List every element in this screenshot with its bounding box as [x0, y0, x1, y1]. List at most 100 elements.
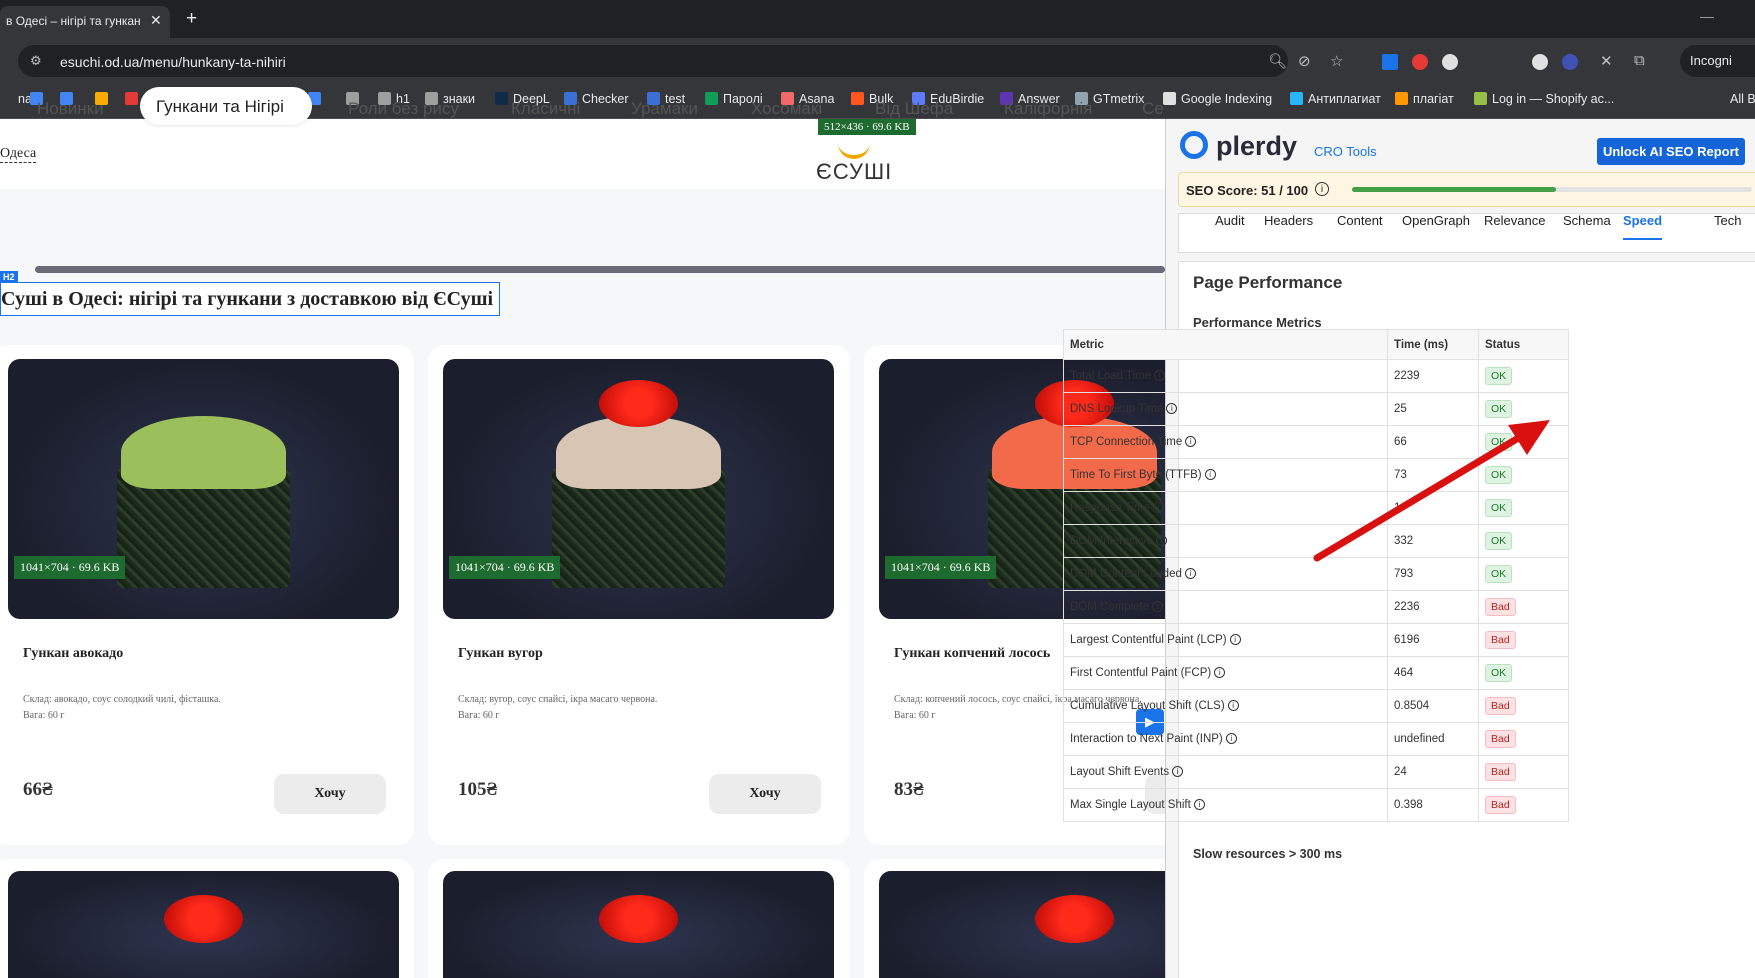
- bookmark-item[interactable]: Антиплагиат: [1290, 92, 1381, 106]
- tracking-protection-icon[interactable]: ⊘: [1298, 52, 1311, 70]
- metric-name-cell: First Contentful Paint (FCP) i: [1063, 656, 1388, 690]
- extension-plerdy-icon[interactable]: [1442, 54, 1458, 70]
- metric-info-icon[interactable]: i: [1154, 370, 1166, 381]
- bookmark-item[interactable]: плагіат: [1395, 92, 1454, 106]
- order-button[interactable]: Хочу: [709, 774, 821, 814]
- metric-name: Cumulative Layout Shift (CLS): [1070, 700, 1225, 712]
- metric-status-cell: OK: [1478, 524, 1569, 558]
- city-selector[interactable]: Одеса: [0, 146, 37, 163]
- product-image[interactable]: [879, 871, 1165, 978]
- bookmark-item[interactable]: All B: [1712, 92, 1755, 106]
- metric-info-icon[interactable]: i: [1172, 766, 1184, 777]
- tab-title: в Одесі – нігірі та гункан: [6, 14, 141, 28]
- category-item[interactable]: Роли без рису: [348, 99, 459, 119]
- category-item[interactable]: Хосомакі: [751, 99, 822, 119]
- extension-x-icon[interactable]: ✕: [1600, 52, 1613, 70]
- tab-opengraph[interactable]: OpenGraph: [1402, 213, 1470, 228]
- unlock-ai-seo-report-button[interactable]: Unlock AI SEO Report: [1597, 138, 1745, 165]
- metric-info-icon[interactable]: i: [1214, 667, 1226, 678]
- tab-tech[interactable]: Tech: [1714, 213, 1741, 228]
- bookmark-label: Google Indexing: [1181, 92, 1273, 106]
- product-image[interactable]: 1041×704 · 69.6 KB: [8, 359, 399, 619]
- table-row: DOM Interactive i 332 OK: [1063, 524, 1569, 558]
- metric-info-icon[interactable]: i: [1193, 799, 1205, 810]
- metric-info-icon[interactable]: i: [1204, 469, 1216, 480]
- bookmark-favicon-icon: [705, 92, 718, 105]
- metric-status-cell: OK: [1478, 491, 1569, 525]
- metric-name: DNS Lookup Time: [1070, 403, 1164, 415]
- extension-checkbox-icon[interactable]: [1382, 54, 1398, 70]
- metric-time-value: 1: [1387, 491, 1479, 525]
- url-text[interactable]: esuchi.od.ua/menu/hunkany-ta-nihiri: [60, 54, 286, 70]
- browser-tab[interactable]: в Одесі – нігірі та гункан: [0, 6, 170, 38]
- metric-time-value: 25: [1387, 392, 1479, 426]
- status-badge: OK: [1485, 565, 1513, 583]
- bookmark-favicon-icon: [1712, 92, 1725, 105]
- metric-info-icon[interactable]: i: [1225, 733, 1237, 744]
- metric-time-value: 66: [1387, 425, 1479, 459]
- table-row: Layout Shift Events i 24 Bad: [1063, 755, 1569, 789]
- site-logo[interactable]: ЄСУШІ: [816, 159, 892, 185]
- minimize-window-icon[interactable]: —: [1700, 8, 1714, 24]
- metric-info-icon[interactable]: i: [1227, 700, 1239, 711]
- cro-tools-link[interactable]: CRO Tools: [1314, 144, 1377, 159]
- metric-name: Max Single Layout Shift: [1070, 799, 1191, 811]
- category-item[interactable]: Від Шефа: [875, 99, 953, 119]
- extension-globe-icon[interactable]: [1562, 54, 1578, 70]
- product-image[interactable]: [443, 871, 834, 978]
- tab-content[interactable]: Content: [1337, 213, 1383, 228]
- category-item[interactable]: Новинки: [37, 99, 104, 119]
- metric-name-cell: Total Load Time i: [1063, 359, 1388, 393]
- plerdy-logo-icon: [1180, 131, 1208, 159]
- tab-relevance[interactable]: Relevance: [1484, 213, 1545, 228]
- tab-close-icon[interactable]: ✕: [150, 12, 162, 29]
- bookmark-item[interactable]: Google Indexing: [1163, 92, 1272, 106]
- bookmark-favicon-icon: [1163, 92, 1176, 105]
- product-image[interactable]: [8, 871, 399, 978]
- category-item[interactable]: Урамаки: [631, 99, 698, 119]
- tab-headers[interactable]: Headers: [1264, 213, 1313, 228]
- tab-schema[interactable]: Schema: [1563, 213, 1611, 228]
- metric-status-cell: OK: [1478, 359, 1569, 393]
- category-nav: [0, 189, 1165, 253]
- incognito-indicator[interactable]: Incogni: [1680, 45, 1755, 77]
- metric-info-icon[interactable]: i: [1229, 634, 1241, 645]
- metric-name: Interaction to Next Paint (INP): [1070, 733, 1223, 745]
- category-item[interactable]: Каліфорнія: [1004, 99, 1092, 119]
- category-item-active[interactable]: Гункани та Нігірі: [140, 87, 312, 125]
- metric-name: Total Load Time: [1070, 370, 1152, 382]
- category-scrollbar[interactable]: [35, 266, 1165, 273]
- table-row: Max Single Layout Shift i 0.398 Bad: [1063, 788, 1569, 822]
- bookmark-item[interactable]: Log in — Shopify ac...: [1474, 92, 1614, 106]
- extensions-puzzle-icon[interactable]: ⧉: [1634, 52, 1645, 69]
- sushi-topping: [121, 416, 286, 489]
- metric-info-icon[interactable]: i: [1156, 535, 1168, 546]
- seo-score-info-icon[interactable]: i: [1315, 182, 1329, 196]
- order-button[interactable]: Хочу: [274, 774, 386, 814]
- site-info-icon[interactable]: ⚙: [30, 53, 42, 69]
- product-price: 83₴: [894, 779, 924, 800]
- zoom-icon[interactable]: 🔍︎: [1268, 52, 1287, 70]
- bookmark-favicon-icon: [851, 92, 864, 105]
- metric-info-icon[interactable]: i: [1152, 502, 1164, 513]
- extension-w-icon[interactable]: [1532, 54, 1548, 70]
- metric-info-icon[interactable]: i: [1185, 436, 1197, 447]
- metric-info-icon[interactable]: i: [1166, 403, 1178, 414]
- category-item[interactable]: Се: [1142, 99, 1164, 119]
- metric-name: DOM Content Loaded: [1070, 568, 1182, 580]
- metric-name: DOM Interactive: [1070, 535, 1154, 547]
- new-tab-icon[interactable]: +: [186, 8, 197, 30]
- product-image[interactable]: 1041×704 · 69.6 KB: [443, 359, 834, 619]
- bookmark-star-icon[interactable]: ☆: [1330, 52, 1343, 70]
- category-item[interactable]: Класичні: [511, 99, 580, 119]
- tab-speed-active[interactable]: Speed: [1623, 213, 1663, 240]
- metric-info-icon[interactable]: i: [1184, 568, 1196, 579]
- tab-audit[interactable]: Audit: [1215, 213, 1245, 228]
- product-price: 66₴: [23, 779, 53, 800]
- status-badge: Bad: [1485, 730, 1516, 748]
- metric-info-icon[interactable]: i: [1152, 601, 1164, 612]
- extension-record-icon[interactable]: [1412, 54, 1428, 70]
- product-weight: Вага: 60 г: [23, 710, 65, 721]
- image-size-badge: 1041×704 · 69.6 KB: [14, 556, 126, 579]
- metric-name-cell: Max Single Layout Shift i: [1063, 788, 1388, 822]
